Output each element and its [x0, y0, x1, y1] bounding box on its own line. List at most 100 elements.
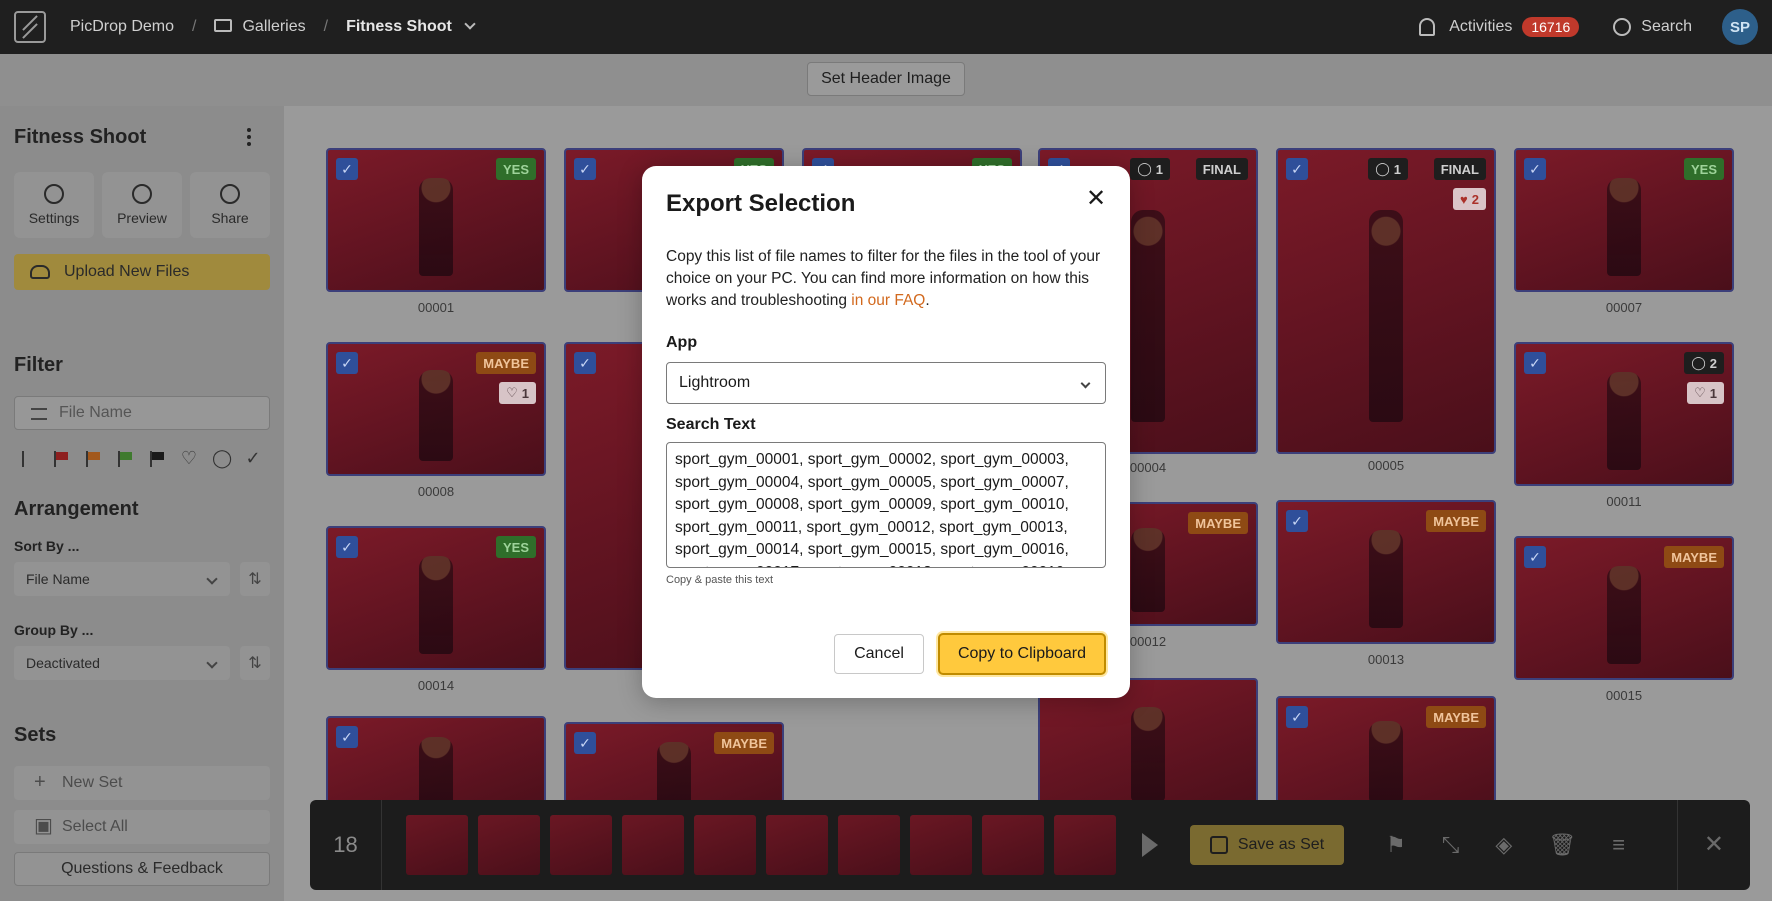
settings-label: Settings [28, 210, 80, 226]
set-header-image-button[interactable]: Set Header Image [807, 62, 965, 96]
play-icon[interactable] [1142, 833, 1158, 857]
status-badge: MAYBE [1426, 510, 1486, 532]
selection-thumbnail[interactable] [838, 815, 900, 875]
close-icon[interactable]: ✕ [1676, 800, 1724, 890]
photo-tile[interactable]: ✓ YES [1514, 148, 1734, 292]
preview-button[interactable]: Preview [102, 172, 182, 238]
checkbox-checked-icon[interactable]: ✓ [1524, 352, 1546, 374]
new-set-button[interactable]: + New Set [14, 766, 270, 800]
picdrop-logo-icon[interactable] [14, 11, 46, 43]
layers-icon[interactable]: ◈ [1495, 832, 1512, 858]
select-all-button[interactable]: ▣ Select All [14, 810, 270, 844]
export-icon[interactable]: ⤡ [1442, 832, 1460, 858]
photo-tile[interactable]: ✓ MAYBE [1514, 536, 1734, 680]
settings-button[interactable]: Settings [14, 172, 94, 238]
like-count: 1 [521, 385, 529, 401]
flag-orange-icon[interactable] [84, 450, 102, 467]
select-all-label: Select All [62, 818, 128, 835]
checkbox-checked-icon[interactable]: ✓ [574, 732, 596, 754]
checkbox-checked-icon[interactable]: ✓ [574, 352, 596, 374]
flag-icon[interactable]: ⚑ [1386, 832, 1406, 858]
cancel-button[interactable]: Cancel [834, 634, 924, 674]
close-icon[interactable]: ✕ [1082, 184, 1110, 212]
sort-by-select[interactable]: File Name [14, 562, 230, 596]
breadcrumb-current-gallery[interactable]: Fitness Shoot [346, 18, 476, 36]
app-select[interactable]: Lightroom [666, 362, 1106, 404]
questions-feedback-button[interactable]: Questions & Feedback [14, 852, 270, 886]
upload-new-files-button[interactable]: Upload New Files [14, 254, 270, 290]
status-badge: MAYBE [1426, 706, 1486, 728]
eye-icon [132, 184, 152, 204]
checkbox-checked-icon[interactable]: ✓ [1286, 510, 1308, 532]
comment-count: 1 [1393, 161, 1401, 177]
search-text-label: Search Text [666, 416, 756, 433]
avatar[interactable]: SP [1722, 9, 1758, 45]
comment-icon[interactable]: ◯ [212, 448, 232, 469]
search-icon[interactable] [1613, 18, 1632, 36]
activities-link[interactable]: Activities [1449, 18, 1512, 36]
check-icon[interactable]: ✓ [244, 448, 262, 469]
flag-red-icon[interactable] [52, 450, 70, 467]
comment-count: 1 [1155, 161, 1163, 177]
photo-tile[interactable]: ✓ MAYBE [1276, 696, 1496, 816]
sort-icon[interactable]: ≡ [1612, 832, 1625, 858]
photo-tile[interactable]: ✓ MAYBE ♡ 1 [326, 342, 546, 476]
selection-thumbnail[interactable] [694, 815, 756, 875]
more-options-icon[interactable] [247, 128, 251, 146]
sidebar: Fitness Shoot Settings Preview Share Upl… [0, 106, 284, 901]
search-link[interactable]: Search [1641, 18, 1692, 36]
upload-label: Upload New Files [64, 263, 190, 280]
copy-to-clipboard-button[interactable]: Copy to Clipboard [938, 633, 1106, 675]
save-as-set-button[interactable]: Save as Set [1190, 825, 1344, 865]
cloud-upload-icon [30, 265, 50, 279]
flag-outline-icon[interactable] [20, 450, 38, 467]
status-badge: MAYBE [476, 352, 536, 374]
like-count-badge: ♥ 2 [1453, 188, 1486, 210]
checkbox-checked-icon[interactable]: ✓ [336, 352, 358, 374]
trash-icon[interactable]: 🗑 [1548, 832, 1576, 858]
selection-thumbnail[interactable] [1054, 815, 1116, 875]
checkbox-checked-icon[interactable]: ✓ [1286, 706, 1308, 728]
heart-icon[interactable]: ♡ [180, 448, 198, 469]
checkbox-checked-icon[interactable]: ✓ [1286, 158, 1308, 180]
selection-thumbnail[interactable] [406, 815, 468, 875]
group-direction-button[interactable]: ⇅ [240, 646, 270, 680]
comment-count: 2 [1709, 355, 1717, 371]
group-by-select[interactable]: Deactivated [14, 646, 230, 680]
share-button[interactable]: Share [190, 172, 270, 238]
photo-tile[interactable]: ✓ ◯ 2 ♡ 1 [1514, 342, 1734, 486]
file-name-filter-input[interactable]: File Name [14, 396, 270, 430]
flag-black-icon[interactable] [148, 450, 166, 467]
filter-heading: Filter [14, 354, 63, 376]
checkbox-checked-icon[interactable]: ✓ [336, 158, 358, 180]
selection-thumbnail[interactable] [478, 815, 540, 875]
checkbox-checked-icon[interactable]: ✓ [336, 726, 358, 748]
bell-icon[interactable] [1419, 18, 1436, 36]
photo-tile[interactable] [1038, 678, 1258, 816]
sort-direction-button[interactable]: ⇅ [240, 562, 270, 596]
faq-link[interactable]: in our FAQ [851, 292, 925, 309]
photo-tile[interactable]: ✓ ◯ 1 FINAL ♥ 2 [1276, 148, 1496, 454]
selection-thumbnail[interactable] [622, 815, 684, 875]
app-label: App [666, 334, 698, 351]
breadcrumb-galleries[interactable]: Galleries [214, 18, 306, 36]
photo-caption: 00015 [1605, 688, 1643, 703]
search-text-area[interactable]: sport_gym_00001, sport_gym_00002, sport_… [666, 442, 1106, 568]
selection-thumbnail[interactable] [550, 815, 612, 875]
checkbox-checked-icon[interactable]: ✓ [574, 158, 596, 180]
flag-green-icon[interactable] [116, 450, 134, 467]
checkbox-checked-icon[interactable]: ✓ [1524, 546, 1546, 568]
like-count: 1 [1709, 385, 1717, 401]
breadcrumb-app[interactable]: PicDrop Demo [70, 18, 174, 36]
selection-thumbnail[interactable] [982, 815, 1044, 875]
checkbox-checked-icon[interactable]: ✓ [336, 536, 358, 558]
photo-tile[interactable]: ✓ MAYBE [1276, 500, 1496, 644]
photo-tile[interactable]: ✓ YES [326, 526, 546, 670]
checkbox-checked-icon[interactable]: ✓ [1524, 158, 1546, 180]
selection-thumbnail[interactable] [766, 815, 828, 875]
status-badge: YES [1683, 158, 1724, 180]
export-selection-dialog: Export Selection ✕ Copy this list of fil… [642, 166, 1130, 698]
photo-tile[interactable]: ✓ YES [326, 148, 546, 292]
like-count-badge: ♡ 1 [1687, 382, 1724, 404]
selection-thumbnail[interactable] [910, 815, 972, 875]
